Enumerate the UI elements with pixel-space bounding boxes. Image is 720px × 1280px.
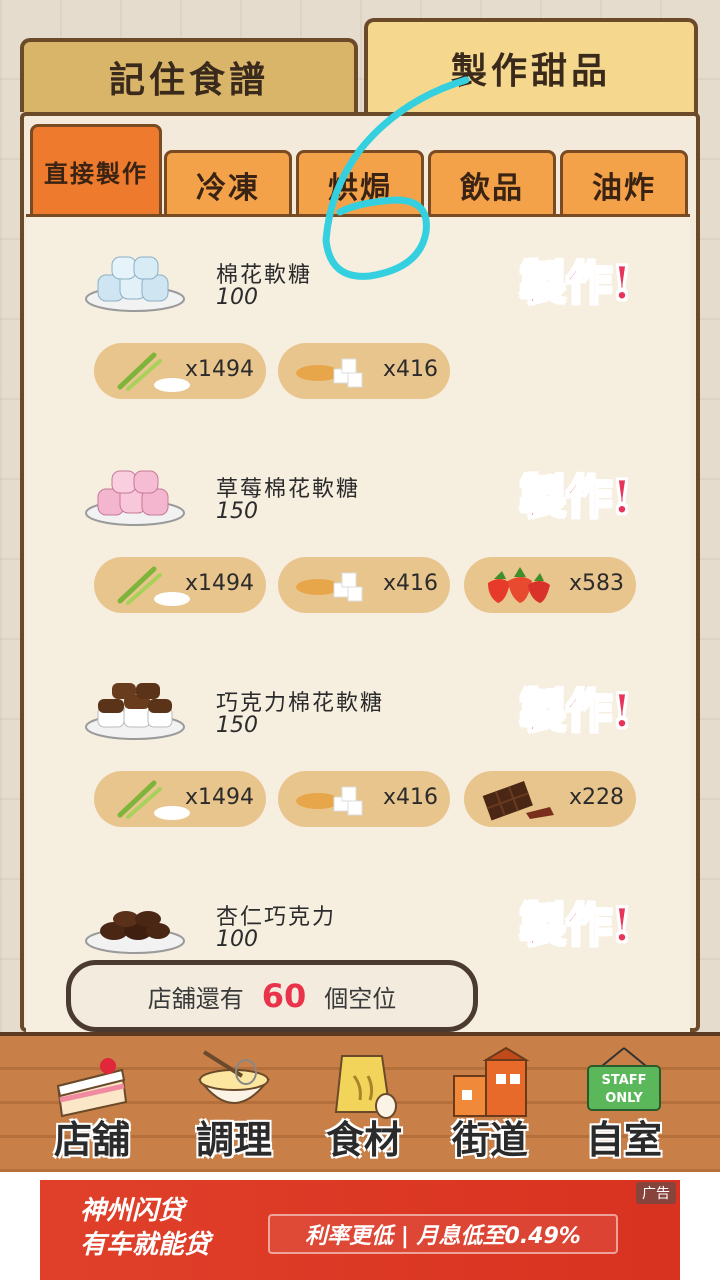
ingredient-pill: x228: [464, 771, 636, 827]
ingredient-qty: x583: [568, 571, 624, 596]
tab-remember-recipe[interactable]: 記住食譜: [20, 38, 358, 112]
strawberry-marshmallow-plate-icon: [85, 470, 185, 526]
recipe-price: 150: [216, 713, 258, 738]
ingredient-pill: x1494: [94, 557, 266, 613]
ingredient-pill: x416: [278, 343, 450, 399]
green-onion-sugar-icon: [117, 352, 190, 392]
ad-brand: 神州闪贷 有车就能贷: [80, 1194, 210, 1262]
nav-label: 自室: [585, 1117, 662, 1162]
chocolate-marshmallow-plate-icon: [85, 683, 185, 740]
subtab-fried[interactable]: 油炸: [560, 150, 688, 216]
ingredient-qty: x1494: [184, 785, 254, 810]
ingredient-pill: x416: [278, 557, 450, 613]
recipe-price: 100: [216, 927, 258, 952]
recipe-price: 100: [216, 285, 258, 310]
nav-cook[interactable]: 調理: [170, 1042, 298, 1170]
recipe-list[interactable]: 棉花軟糖 100 製作! x1494 x416 草莓棉花軟糖 150 製作! x…: [26, 214, 690, 1032]
ad-tag[interactable]: 广告: [636, 1182, 676, 1204]
grain-sugar-cubes-icon: [296, 572, 363, 602]
ingredient-pill: x416: [278, 771, 450, 827]
ad-banner[interactable]: 神州闪贷 有车就能贷 利率更低 | 月息低至0.49% 广告: [40, 1180, 680, 1280]
recipe-row: 棉花軟糖 100 製作!: [26, 233, 690, 313]
staff-sign-text-bottom: ONLY: [605, 1091, 643, 1106]
subtab-direct-make[interactable]: 直接製作: [30, 124, 162, 216]
subtab-baking[interactable]: 烘焗: [296, 150, 424, 216]
slots-count: 60: [261, 977, 307, 1015]
ingredient-qty: x1494: [184, 357, 254, 382]
nav-my-room[interactable]: STAFF ONLY 自室: [560, 1042, 688, 1170]
green-onion-sugar-icon: [117, 566, 190, 606]
ingredient-pill: x1494: [94, 771, 266, 827]
green-onion-sugar-icon: [117, 780, 190, 820]
nav-label: 店舖: [53, 1117, 130, 1162]
nav-ingredients[interactable]: 食材: [300, 1042, 428, 1170]
nav-label: 食材: [325, 1117, 402, 1162]
recipe-price: 150: [216, 499, 258, 524]
make-button[interactable]: 製作!: [510, 675, 642, 741]
chocolate-bar-icon: [482, 781, 554, 821]
slots-suffix: 個空位: [324, 984, 397, 1013]
nav-label: 街道: [451, 1117, 528, 1162]
nav-shop[interactable]: 店舖: [28, 1042, 156, 1170]
make-button[interactable]: 製作!: [510, 889, 642, 955]
ad-brand-line1: 神州闪贷: [80, 1196, 185, 1226]
recipe-row: 草莓棉花軟糖 150 製作!: [26, 447, 690, 527]
ingredient-qty: x416: [382, 785, 438, 810]
ingredient-qty: x1494: [184, 571, 254, 596]
ingredient-pill: x583: [464, 557, 636, 613]
recipe-row: 杏仁巧克力 100 製作!: [26, 875, 690, 955]
ad-brand-line2: 有车就能贷: [80, 1230, 211, 1260]
ingredient-qty: x228: [568, 785, 624, 810]
ingredient-qty: x416: [382, 571, 438, 596]
nav-street[interactable]: 街道: [426, 1042, 554, 1170]
make-button[interactable]: 製作!: [510, 461, 642, 527]
recipe-row: 巧克力棉花軟糖 150 製作!: [26, 661, 690, 741]
grain-sugar-cubes-icon: [296, 786, 363, 816]
shop-slots-banner: 店舖還有 60 個空位: [66, 960, 478, 1032]
bottom-nav: 店舖 調理 食材 街道 STAFF ONLY 自室: [0, 1032, 720, 1172]
strawberry-icon: [488, 567, 550, 603]
subtab-frozen[interactable]: 冷凍: [164, 150, 292, 216]
grain-sugar-cubes-icon: [296, 358, 363, 388]
ad-slogan: 利率更低 | 月息低至0.49%: [268, 1214, 618, 1254]
ingredient-qty: x416: [382, 357, 438, 382]
staff-sign-text-top: STAFF: [601, 1073, 646, 1088]
almond-chocolate-plate-icon: [85, 911, 185, 954]
ingredient-pill: x1494: [94, 343, 266, 399]
slots-prefix: 店舖還有: [147, 984, 244, 1013]
tab-make-dessert[interactable]: 製作甜品: [364, 18, 698, 114]
marshmallow-plate-icon: [85, 256, 185, 312]
nav-label: 調理: [195, 1117, 272, 1162]
make-button[interactable]: 製作!: [510, 247, 642, 313]
subtab-drinks[interactable]: 飲品: [428, 150, 556, 216]
